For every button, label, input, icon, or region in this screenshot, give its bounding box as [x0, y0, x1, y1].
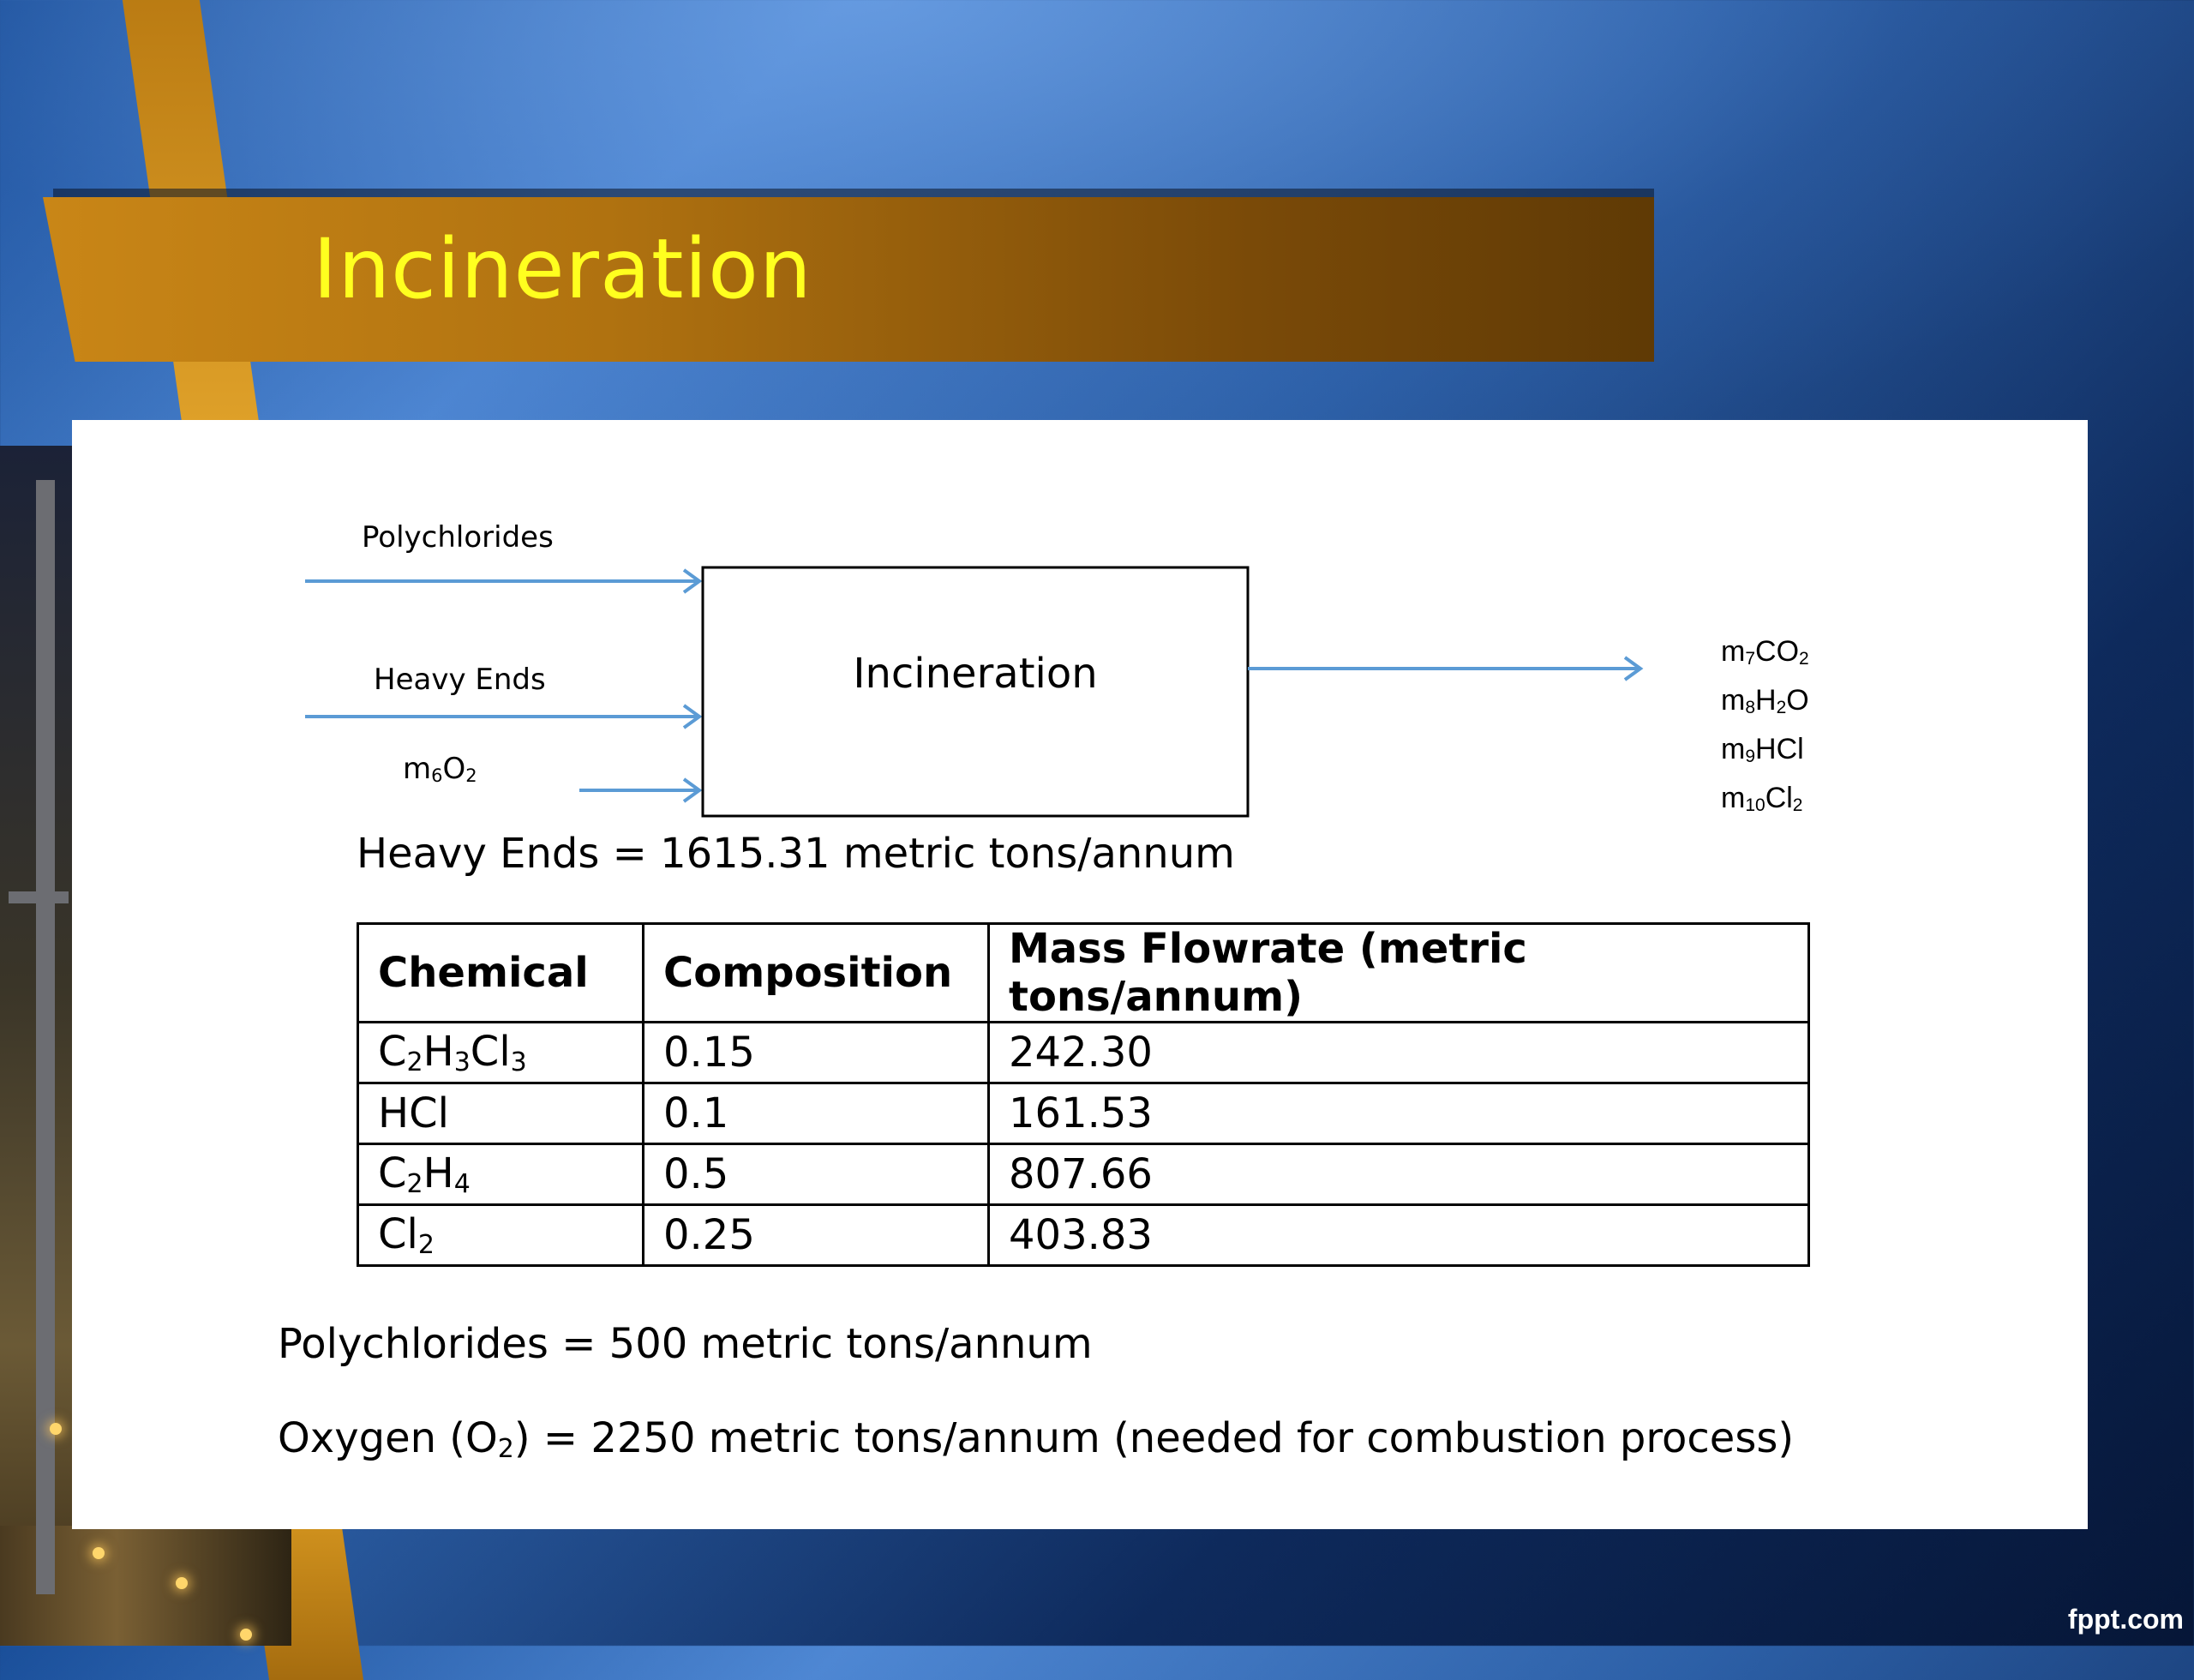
flowrate-cell: 403.83	[987, 1203, 1810, 1267]
table-row: C2H3Cl3 0.15 242.30	[357, 1021, 1810, 1084]
incineration-process-label: Incineration	[853, 650, 1097, 698]
content-card: Polychlorides Heavy Ends m6O2 Incinerati…	[72, 420, 2088, 1529]
heavy-ends-total: Heavy Ends = 1615.31 metric tons/annum	[357, 830, 1235, 878]
header-chemical: Chemical	[357, 922, 644, 1023]
oxygen-total: Oxygen (O2) = 2250 metric tons/annum (ne…	[278, 1414, 1795, 1464]
title-banner	[43, 197, 1654, 362]
flowrate-cell: 161.53	[987, 1082, 1810, 1145]
flowrate-cell: 242.30	[987, 1021, 1810, 1084]
product-stream-cl2: m10Cl2	[1721, 782, 1803, 815]
plant-light	[50, 1423, 62, 1435]
plant-light	[240, 1629, 252, 1641]
table-row: HCl 0.1 161.53	[357, 1082, 1810, 1145]
plant-light	[176, 1577, 188, 1589]
chemical-cell: C2H3Cl3	[357, 1021, 644, 1084]
slide-title: Incineration	[313, 221, 812, 317]
product-stream-h2o: m8H2O	[1721, 684, 1809, 717]
oxygen-input-label: m6O2	[403, 752, 477, 786]
chemical-cell: C2H4	[357, 1143, 644, 1206]
header-mass-flowrate: Mass Flowrate (metric tons/annum)	[987, 922, 1810, 1023]
product-stream-hcl: m9HCl	[1721, 733, 1804, 766]
watermark-text: fppt.com	[2067, 1604, 2184, 1635]
chemical-cell: Cl2	[357, 1203, 644, 1267]
product-streams-list: m7CO2 m8H2O m9HCl m10Cl2	[1721, 631, 1809, 826]
header-composition: Composition	[642, 922, 990, 1023]
polychlorides-input-label: Polychlorides	[362, 520, 554, 555]
composition-table: Chemical Composition Mass Flowrate (metr…	[357, 922, 1810, 1267]
composition-cell: 0.25	[642, 1203, 990, 1267]
polychlorides-total: Polychlorides = 500 metric tons/annum	[278, 1320, 1093, 1368]
flowrate-cell: 807.66	[987, 1143, 1810, 1206]
composition-cell: 0.15	[642, 1021, 990, 1084]
table-header-row: Chemical Composition Mass Flowrate (metr…	[357, 922, 1810, 1023]
pipe-decoration	[9, 891, 69, 903]
table-row: Cl2 0.25 403.83	[357, 1203, 1810, 1267]
plant-light	[93, 1547, 105, 1559]
composition-cell: 0.5	[642, 1143, 990, 1206]
composition-cell: 0.1	[642, 1082, 990, 1145]
product-stream-co2: m7CO2	[1721, 635, 1809, 669]
table-row: C2H4 0.5 807.66	[357, 1143, 1810, 1206]
heavy-ends-input-label: Heavy Ends	[374, 663, 546, 697]
chemical-cell: HCl	[357, 1082, 644, 1145]
